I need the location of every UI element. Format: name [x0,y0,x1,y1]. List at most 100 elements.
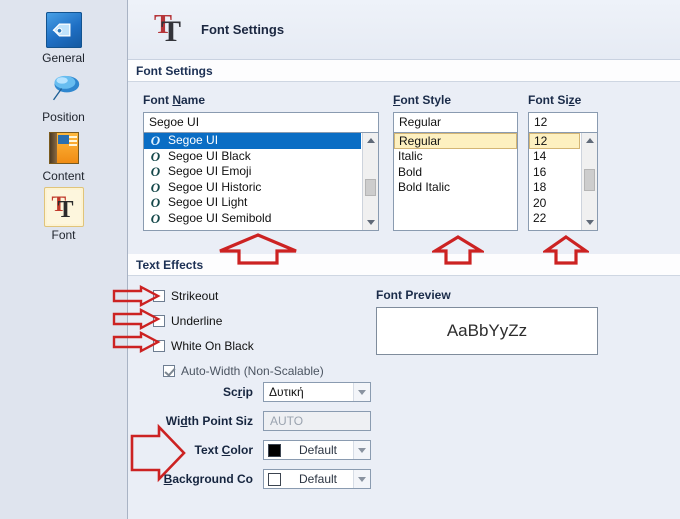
sidebar-item-font[interactable]: TT Font [0,187,127,242]
background-color-swatch [268,472,281,486]
list-item[interactable]: 18 [529,180,580,196]
font-preview-sample: AaBbYyZz [446,321,528,340]
font-preview-box: AaBbYyZz [376,307,598,355]
font-name-input[interactable]: Segoe UI [143,112,379,133]
underline-checkbox[interactable] [153,315,165,327]
scroll-down-icon[interactable] [363,215,378,230]
list-item[interactable]: O Segoe UI Light [144,195,361,211]
checkbox-row-underline[interactable]: Underline [153,314,324,328]
content-pane: TT Font Settings Font Settings Font Name… [128,0,680,519]
list-item-label: 12 [534,134,548,148]
font-style-input[interactable]: Regular [393,112,518,133]
font-size-scrollbar[interactable] [581,133,597,230]
font-tt-icon: TT [43,187,84,227]
script-label: Scrip [222,385,253,399]
font-settings-window: General Position Content T T Font T T Fo… [0,0,680,519]
list-item[interactable]: Bold Italic [394,180,517,196]
font-name-listbox[interactable]: O Segoe UI O Segoe UI Black O Segoe UI E… [143,133,379,231]
white-on-black-checkbox[interactable] [153,340,165,352]
font-size-listbox[interactable]: 12 14 16 18 20 22 [528,133,598,231]
sidebar-item-content[interactable]: Content [0,128,127,183]
text-color-combobox[interactable]: Default [263,440,371,460]
list-item-label: Segoe UI [168,133,219,147]
chevron-down-icon[interactable] [353,470,370,488]
list-item-label: 22 [533,211,547,225]
checkbox-label: White On Black [171,339,254,353]
chevron-down-icon[interactable] [353,441,370,459]
list-item[interactable]: O Segoe UI Semibold [144,211,361,227]
sidebar-item-position[interactable]: Position [0,69,127,124]
text-color-row: Text Color Default [153,440,371,460]
opentype-o-icon: O [150,210,161,226]
text-color-label: Text Color [194,443,253,457]
opentype-o-icon: O [150,164,161,179]
chevron-down-icon[interactable] [353,383,370,401]
background-color-row: Background Co Default [153,469,371,489]
checkbox-label: Underline [171,314,223,328]
sidebar-item-label: Font [51,228,76,242]
sidebar-navigation: General Position Content T T Font [0,0,128,519]
list-item-label: Segoe UI Emoji [168,164,252,178]
width-point-size-value: AUTO [270,414,304,428]
checkbox-label: Auto-Width (Non-Scalable) [181,364,324,378]
list-item[interactable]: Bold [394,165,517,181]
script-row: Scrip Δυτική [153,382,371,402]
background-color-combobox[interactable]: Default [263,469,371,489]
list-item[interactable]: 14 [529,149,580,165]
list-item[interactable]: O Segoe UI [144,133,361,149]
scrollbar-thumb[interactable] [584,169,595,191]
list-item-label: Italic [398,149,423,163]
text-color-value: Default [298,443,338,457]
font-preview-label: Font Preview [376,288,451,302]
font-size-group: Font Size 12 12 14 16 18 20 22 [528,93,598,231]
list-item[interactable]: Regular [394,133,517,149]
font-name-scrollbar[interactable] [362,133,378,230]
list-item[interactable]: 12 [529,133,580,149]
page-header: TT Font Settings [128,0,680,60]
section-header-text-effects: Text Effects [128,254,680,276]
font-size-input[interactable]: 12 [528,112,598,133]
list-item-label: Segoe UI Historic [168,179,262,194]
font-name-group: Font Name Segoe UI O Segoe UI O Segoe UI… [143,93,379,231]
checkbox-row-white-on-black[interactable]: White On Black [153,339,324,353]
auto-width-checkbox [163,365,175,377]
font-tt-icon: TT [154,8,182,48]
scroll-up-icon[interactable] [363,133,378,148]
list-item-label: Bold [398,164,423,179]
list-item[interactable]: 22 [529,211,580,227]
checkbox-row-strikeout[interactable]: Strikeout [153,289,324,303]
background-color-label: Background Co [163,472,253,486]
font-preview-group: Font Preview AaBbYyZz [376,288,598,355]
script-combobox[interactable]: Δυτική [263,382,371,402]
list-item-label: Bold Italic [398,180,451,194]
text-color-swatch [268,443,281,457]
text-effects-fields: Scrip Δυτική Width Point Siz AUTO Text C… [153,382,371,498]
scroll-up-icon[interactable] [582,133,597,148]
pin-icon [44,69,84,109]
list-item[interactable]: Italic [394,149,517,165]
strikeout-checkbox[interactable] [153,290,165,302]
scroll-down-icon[interactable] [582,215,597,230]
sidebar-item-label: General [42,51,85,65]
list-item[interactable]: O Segoe UI Black [144,149,361,165]
font-name-label: Font Name [143,93,206,107]
list-item[interactable]: 20 [529,196,580,212]
list-item-label: 16 [533,164,547,179]
list-item-label: Segoe UI Semibold [168,210,272,225]
font-style-label: Font Style [393,93,452,107]
pin-icon-glyph [52,75,79,101]
list-item-label: Segoe UI Black [168,148,251,163]
list-item[interactable]: 16 [529,165,580,181]
opentype-o-icon: O [150,179,161,195]
opentype-o-icon: O [150,133,161,148]
list-item[interactable]: O Segoe UI Emoji [144,164,361,180]
sidebar-item-general[interactable]: General [0,10,127,65]
font-style-listbox[interactable]: Regular Italic Bold Bold Italic [393,133,518,231]
sidebar-item-label: Content [42,169,85,183]
list-item[interactable]: O Segoe UI Historic [144,180,361,196]
scrollbar-thumb[interactable] [365,179,376,196]
section-header-font-settings: Font Settings [128,60,680,82]
width-point-size-row: Width Point Siz AUTO [153,411,371,431]
width-point-size-input: AUTO [263,411,371,431]
book-icon [44,128,84,168]
